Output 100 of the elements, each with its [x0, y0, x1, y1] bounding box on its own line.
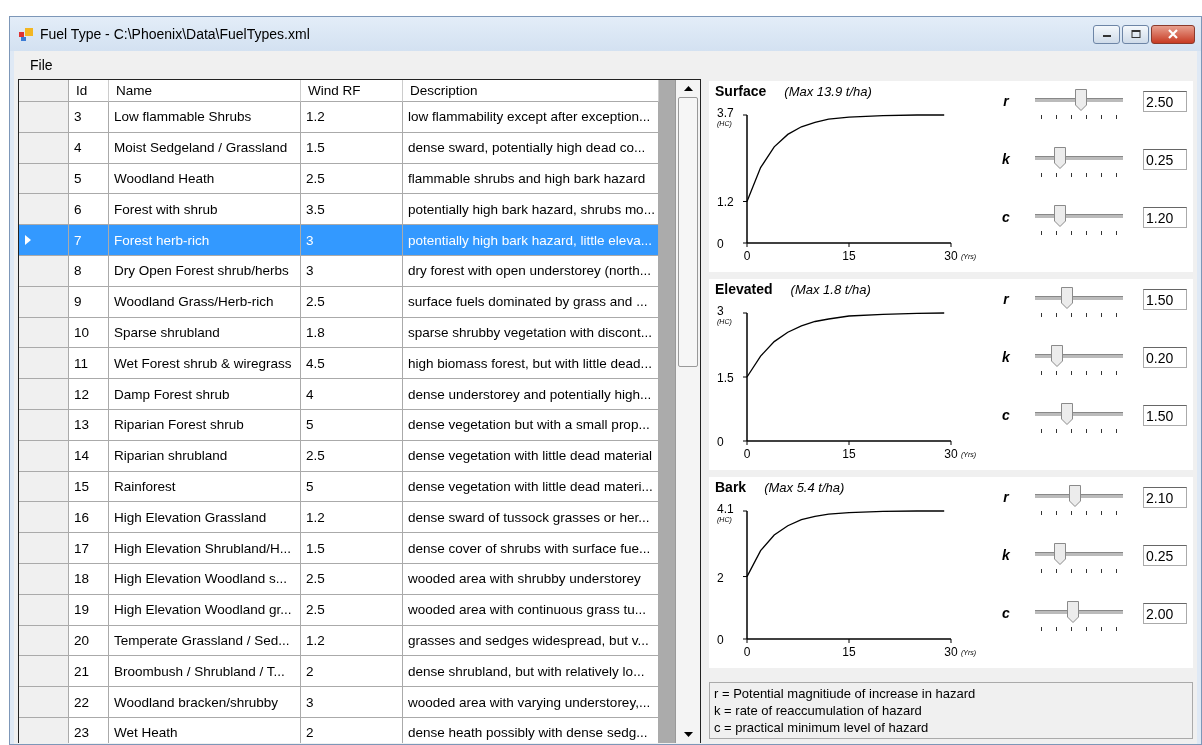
slider-track[interactable] — [1035, 405, 1123, 435]
row-header[interactable] — [19, 717, 69, 743]
column-header[interactable]: Wind RF — [301, 80, 403, 102]
column-header[interactable]: Id — [69, 80, 109, 102]
scroll-down-icon[interactable] — [683, 732, 693, 737]
slider-track[interactable] — [1035, 149, 1123, 179]
x-tick-label: 30 — [944, 249, 958, 263]
slider-track[interactable] — [1035, 289, 1123, 319]
slider-thumb[interactable] — [1051, 345, 1063, 367]
table-cell: Temperate Grassland / Sed... — [109, 625, 301, 657]
row-header[interactable] — [19, 563, 69, 595]
table-cell: 19 — [69, 594, 109, 626]
x-tick-label: 15 — [842, 249, 856, 263]
x-tick-label: 30 — [944, 645, 958, 659]
slider-thumb[interactable] — [1060, 287, 1073, 309]
slider-thumb[interactable] — [1066, 601, 1079, 623]
row-header[interactable] — [19, 625, 69, 657]
slider-thumb[interactable] — [1074, 89, 1087, 111]
row-header[interactable] — [19, 409, 69, 441]
y-tick-label: 1.2 — [717, 195, 734, 210]
value-field[interactable]: 1.50 — [1143, 289, 1187, 310]
column-header[interactable]: Name — [109, 80, 301, 102]
table-cell: potentially high bark hazard, little eleva... — [403, 225, 659, 256]
slider-track[interactable] — [1035, 487, 1123, 517]
x-tick-label: 0 — [743, 645, 751, 659]
slider-thumb[interactable] — [1068, 485, 1081, 507]
table-cell: dense cover of shrubs with surface fue... — [403, 533, 659, 564]
row-header[interactable] — [19, 348, 69, 380]
slider-track[interactable] — [1035, 603, 1123, 633]
table-cell: Riparian shrubland — [109, 440, 301, 472]
scroll-thumb[interactable] — [678, 97, 698, 367]
row-header[interactable] — [19, 286, 69, 318]
x-tick-label: 0 — [743, 249, 751, 263]
table-cell: Wet Forest shrub & wiregrass — [109, 348, 301, 380]
table-cell: 1.5 — [301, 533, 403, 564]
minimize-button[interactable] — [1093, 24, 1120, 44]
row-header[interactable] — [19, 502, 69, 534]
slider-thumb[interactable] — [1053, 147, 1066, 169]
value-field[interactable]: 0.25 — [1143, 545, 1187, 566]
close-button[interactable] — [1151, 24, 1195, 44]
table-cell: dense vegetation but with a small prop... — [403, 409, 659, 441]
menu-item[interactable]: File — [20, 57, 63, 73]
value-field[interactable]: 0.25 — [1143, 149, 1187, 170]
scroll-up-icon[interactable] — [683, 86, 693, 91]
value-field[interactable]: 1.50 — [1143, 405, 1187, 426]
row-header[interactable] — [19, 379, 69, 410]
parameter-label: r — [1002, 93, 1011, 109]
x-tick-label: 15 — [842, 645, 856, 659]
table-cell: 5 — [301, 409, 403, 441]
table-cell: sparse shrubby vegetation with discont... — [403, 317, 659, 349]
slider-track[interactable] — [1035, 91, 1123, 121]
row-header[interactable] — [19, 471, 69, 503]
table-cell: 2 — [301, 656, 403, 688]
table-cell: Woodland Heath — [109, 163, 301, 195]
row-header[interactable] — [19, 102, 69, 133]
row-header[interactable] — [19, 163, 69, 195]
slider-track[interactable] — [1035, 545, 1123, 575]
table-cell: dense vegetation with little dead materi... — [403, 471, 659, 503]
table-cell: 17 — [69, 533, 109, 564]
table-cell: Woodland bracken/shrubby — [109, 687, 301, 718]
row-header[interactable] — [19, 194, 69, 226]
max-load-label: (Max 13.9 t/ha) — [784, 84, 872, 99]
parameter-label: r — [1002, 489, 1011, 505]
maximize-button[interactable] — [1122, 24, 1149, 44]
value-field[interactable]: 2.10 — [1143, 487, 1187, 508]
slider-track[interactable] — [1035, 207, 1123, 237]
table-cell: 15 — [69, 471, 109, 503]
table-cell: Damp Forest shrub — [109, 379, 301, 410]
vertical-scrollbar[interactable] — [675, 80, 700, 743]
slider-thumb[interactable] — [1060, 403, 1073, 425]
y-tick-label: 2 — [717, 570, 724, 585]
table-cell: dense understorey and potentially high... — [403, 379, 659, 410]
table-cell: 2 — [301, 717, 403, 743]
table-cell: High Elevation Grassland — [109, 502, 301, 534]
column-header[interactable]: Description — [403, 80, 659, 102]
value-field[interactable]: 1.20 — [1143, 207, 1187, 228]
table-cell: 23 — [69, 717, 109, 743]
value-field[interactable]: 0.20 — [1143, 347, 1187, 368]
table-cell: 10 — [69, 317, 109, 349]
row-header[interactable] — [19, 256, 69, 287]
x-tick-label: 15 — [842, 447, 856, 461]
value-field[interactable]: 2.50 — [1143, 91, 1187, 112]
row-header[interactable] — [19, 533, 69, 564]
table-cell: 2.5 — [301, 440, 403, 472]
row-header[interactable] — [19, 594, 69, 626]
slider-track[interactable] — [1035, 347, 1123, 377]
value-field[interactable]: 2.00 — [1143, 603, 1187, 624]
row-header[interactable] — [19, 317, 69, 349]
slider-thumb[interactable] — [1053, 205, 1066, 227]
table-cell: 5 — [301, 471, 403, 503]
slider-thumb[interactable] — [1053, 543, 1066, 565]
table-cell: 1.2 — [301, 625, 403, 657]
table-cell: Forest with shrub — [109, 194, 301, 226]
row-header[interactable] — [19, 687, 69, 718]
y-tick-label: 0 — [717, 237, 724, 251]
row-header[interactable] — [19, 656, 69, 688]
window-title: Fuel Type - C:\Phoenix\Data\FuelTypes.xml — [40, 26, 310, 42]
table-cell: grasses and sedges widespread, but v... — [403, 625, 659, 657]
row-header[interactable] — [19, 440, 69, 472]
row-header[interactable] — [19, 132, 69, 164]
